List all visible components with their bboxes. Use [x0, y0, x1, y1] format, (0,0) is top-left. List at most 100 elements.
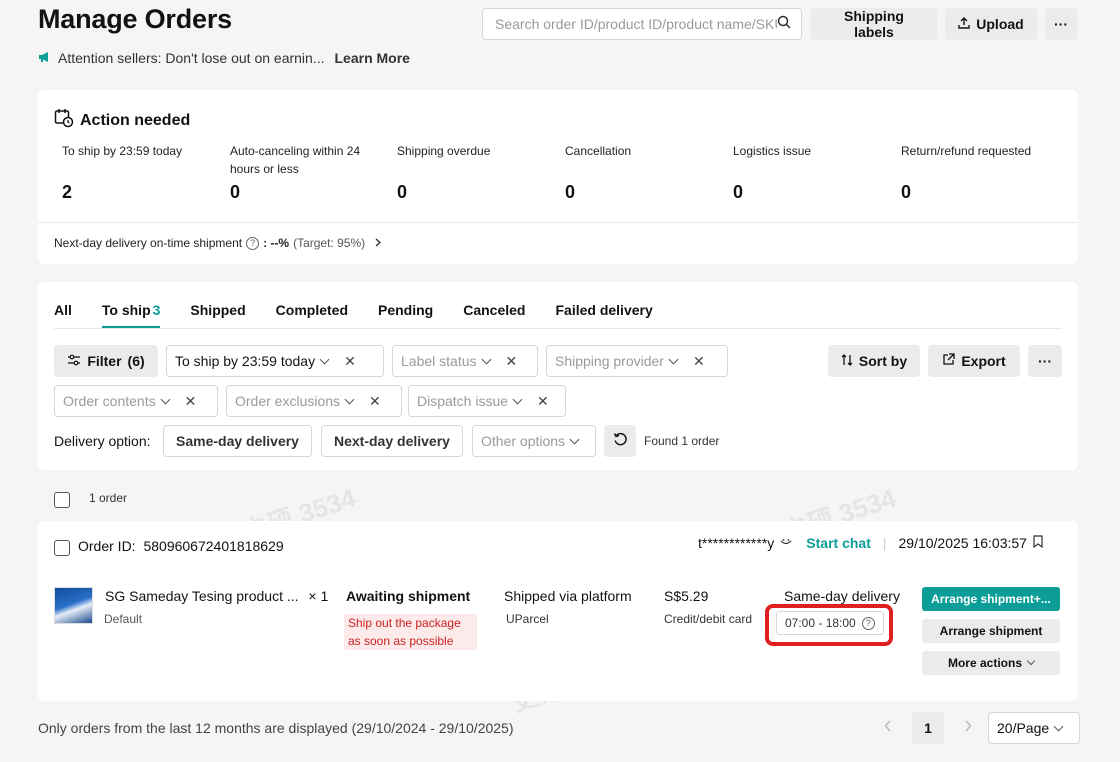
clear-icon[interactable]: ✕	[185, 393, 197, 410]
metric-label: Shipping overdue	[397, 144, 491, 158]
metric-label: Return/refund requested	[901, 144, 1032, 158]
start-chat-link[interactable]: Start chat	[806, 535, 871, 551]
next-day-target: (Target: 95%)	[293, 236, 366, 250]
metric-logistics-issue[interactable]: Logistics issue 0	[733, 142, 883, 202]
tab-all[interactable]: All	[54, 302, 72, 328]
tabs-underline	[54, 328, 1062, 329]
chevron-down-icon	[569, 434, 580, 444]
metric-label: Cancellation	[565, 144, 632, 158]
payment-method: Credit/debit card	[664, 612, 753, 626]
announcement-bar: Attention sellers: Don't lose out on ear…	[38, 50, 410, 66]
clear-icon[interactable]: ✕	[537, 393, 549, 410]
upload-button[interactable]: Upload	[945, 8, 1037, 40]
chevron-down-icon	[1053, 721, 1064, 731]
chevron-down-icon	[319, 354, 330, 364]
product-name[interactable]: SG Sameday Tesing product ...	[105, 588, 299, 604]
tab-canceled[interactable]: Canceled	[463, 302, 525, 328]
chevron-right-icon[interactable]	[964, 719, 972, 737]
order-checkbox[interactable]	[54, 540, 70, 556]
to-ship-deadline-select[interactable]: To ship by 23:59 today ✕	[166, 345, 384, 377]
shipping-provider-select[interactable]: Shipping provider ✕	[546, 345, 728, 377]
order-date: 29/10/2025 16:03:57	[898, 535, 1027, 551]
metric-value: 0	[230, 182, 241, 202]
other-options-select[interactable]: Other options	[472, 425, 596, 457]
metric-value: 2	[62, 182, 73, 202]
metric-value: 0	[733, 182, 744, 202]
tab-to-ship[interactable]: To ship 3	[101, 302, 161, 328]
action-needed-card: Action needed To ship by 23:59 today 2 A…	[38, 90, 1078, 264]
buyer-info: t************y Start chat | 29/10/2025 1…	[698, 535, 1043, 551]
tab-completed[interactable]: Completed	[276, 302, 348, 328]
buyer-name: t************y	[698, 535, 775, 551]
metric-to-ship-today[interactable]: To ship by 23:59 today 2	[62, 142, 212, 202]
help-icon[interactable]: ?	[246, 236, 260, 250]
clear-icon[interactable]: ✕	[369, 393, 381, 410]
label-status-select[interactable]: Label status ✕	[392, 345, 538, 377]
order-status-tabs: All To ship 3 Shipped Completed Pending C…	[54, 302, 683, 328]
orders-filter-card: All To ship 3 Shipped Completed Pending C…	[38, 282, 1078, 470]
order-contents-select[interactable]: Order contents ✕	[54, 385, 218, 417]
page-title: Manage Orders	[38, 4, 232, 34]
next-day-ontime-link[interactable]: Next-day delivery on-time shipment ? : -…	[54, 236, 382, 250]
page-number[interactable]: 1	[912, 712, 944, 744]
chevron-down-icon	[512, 394, 523, 404]
page-size-select[interactable]: 20/Page	[988, 712, 1080, 744]
ship-warning-badge: Ship out the package as soon as possible	[344, 614, 477, 650]
select-all-checkbox[interactable]	[54, 492, 70, 508]
search-input[interactable]	[495, 16, 777, 32]
order-price: S$5.29	[664, 588, 709, 604]
order-exclusions-select[interactable]: Order exclusions ✕	[226, 385, 402, 417]
metric-return-refund[interactable]: Return/refund requested 0	[901, 142, 1051, 202]
megaphone-icon	[38, 50, 52, 66]
product-variant: Default	[104, 612, 143, 626]
separator: |	[882, 535, 887, 551]
more-options-button[interactable]: ···	[1045, 8, 1077, 40]
tab-pending[interactable]: Pending	[378, 302, 433, 328]
export-button[interactable]: Export	[928, 345, 1020, 377]
footer-note: Only orders from the last 12 months are …	[38, 720, 514, 736]
learn-more-link[interactable]: Learn More	[335, 50, 410, 66]
same-day-delivery-chip[interactable]: Same-day delivery	[163, 425, 312, 457]
clear-icon[interactable]: ✕	[506, 353, 518, 370]
filter-button[interactable]: Filter (6)	[54, 345, 158, 377]
metric-cancellation[interactable]: Cancellation 0	[565, 142, 715, 202]
order-id[interactable]: 580960672401818629	[143, 538, 283, 554]
arrange-shipment-button[interactable]: Arrange shipment	[922, 619, 1060, 643]
arrange-shipment-plus-button[interactable]: Arrange shipment+...	[922, 587, 1060, 611]
action-needed-title: Action needed	[80, 111, 191, 129]
dispatch-issue-select[interactable]: Dispatch issue ✕	[408, 385, 566, 417]
refresh-icon	[613, 432, 628, 450]
order-status: Awaiting shipment	[346, 588, 471, 604]
divider	[38, 222, 1078, 223]
next-day-label: Next-day delivery on-time shipment	[54, 236, 243, 250]
search-box[interactable]	[482, 8, 802, 40]
clear-icon[interactable]: ✕	[344, 353, 356, 370]
metric-label: Logistics issue	[733, 144, 812, 158]
bookmark-icon[interactable]	[1033, 535, 1043, 551]
metric-auto-canceling[interactable]: Auto-canceling within 24 hours or less 0	[230, 142, 380, 202]
tab-shipped[interactable]: Shipped	[190, 302, 245, 328]
next-day-delivery-chip[interactable]: Next-day delivery	[321, 425, 463, 457]
carrier-name: UParcel	[506, 612, 549, 626]
product-quantity: × 1	[308, 588, 329, 604]
filter-more-button[interactable]: ···	[1028, 345, 1062, 377]
search-icon[interactable]	[777, 15, 791, 34]
delivery-option-label: Delivery option:	[54, 433, 151, 449]
tab-failed-delivery[interactable]: Failed delivery	[555, 302, 652, 328]
chat-icon	[780, 535, 792, 551]
metric-shipping-overdue[interactable]: Shipping overdue 0	[397, 142, 547, 202]
reset-filters-button[interactable]	[604, 425, 636, 457]
delivery-type: Same-day delivery	[784, 588, 900, 604]
more-actions-button[interactable]: More actions	[922, 651, 1060, 675]
sort-by-button[interactable]: Sort by	[828, 345, 920, 377]
filter-count: (6)	[127, 353, 145, 369]
product-thumbnail[interactable]	[54, 587, 93, 624]
found-count: Found 1 order	[644, 434, 720, 448]
order-id-line: Order ID: 580960672401818629	[78, 538, 284, 554]
metric-value: 0	[397, 182, 408, 202]
export-icon	[942, 353, 955, 369]
metric-label: To ship by 23:59 today	[62, 144, 183, 158]
shipping-labels-button[interactable]: Shipping labels	[811, 8, 937, 40]
clear-icon[interactable]: ✕	[693, 353, 705, 370]
chevron-left-icon[interactable]	[884, 719, 892, 737]
